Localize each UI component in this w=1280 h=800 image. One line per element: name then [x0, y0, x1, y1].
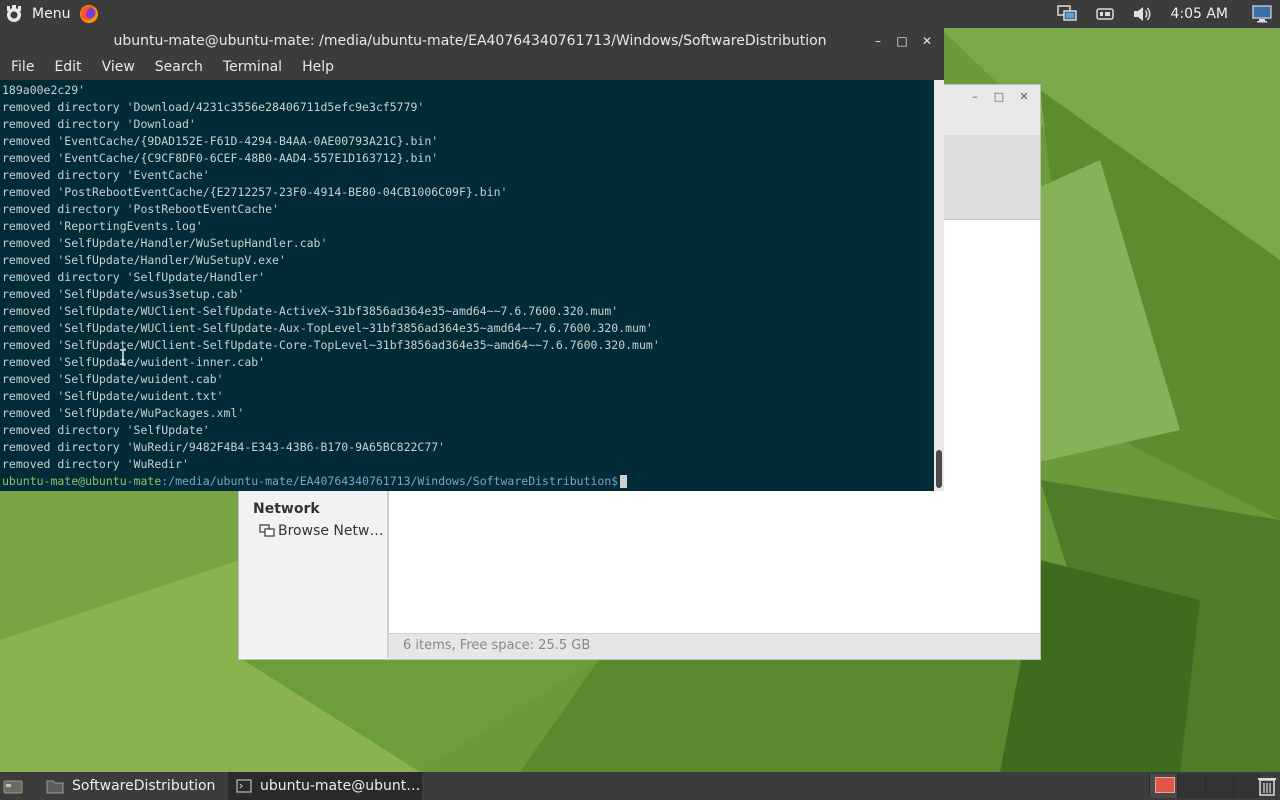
- terminal-output[interactable]: 189a00e2c29' removed directory 'Download…: [0, 80, 934, 491]
- terminal-line: removed 'SelfUpdate/WuPackages.xml': [2, 406, 245, 420]
- menu-edit[interactable]: Edit: [43, 59, 90, 75]
- terminal-scrollbar[interactable]: [934, 80, 944, 491]
- firefox-launcher[interactable]: [78, 0, 100, 28]
- terminal-line: removed 'ReportingEvents.log': [2, 219, 203, 233]
- network-icon: [259, 524, 275, 537]
- sidebar-item-browse-network[interactable]: Browse Netw…: [259, 523, 383, 539]
- terminal-line: removed directory 'SelfUpdate/Handler': [2, 270, 266, 284]
- terminal-line: removed directory 'EventCache': [2, 168, 210, 182]
- terminal-line: removed directory 'SelfUpdate': [2, 423, 210, 437]
- terminal-line: removed directory 'WuRedir/9482F4B4-E343…: [2, 440, 446, 454]
- terminal-lines: 189a00e2c29' removed directory 'Download…: [2, 82, 660, 490]
- terminal-line: removed 'EventCache/{C9CF8DF0-6CEF-48B0-…: [2, 151, 439, 165]
- terminal-menubar: File Edit View Search Terminal Help: [0, 54, 944, 80]
- mate-logo-icon: [7, 5, 21, 22]
- terminal-line: removed directory 'PostRebootEventCache': [2, 202, 279, 216]
- file-manager-statusbar: 6 items, Free space: 25.5 GB: [389, 633, 1040, 659]
- menu-label: Menu: [32, 6, 71, 22]
- menu-terminal[interactable]: Terminal: [212, 59, 291, 75]
- trash-icon[interactable]: [1256, 775, 1278, 797]
- terminal-title: ubuntu-mate@ubuntu-mate: /media/ubuntu-m…: [113, 33, 827, 49]
- terminal-line: removed 'SelfUpdate/wuident-inner.cab': [2, 355, 266, 369]
- prompt-path: :/media/ubuntu-mate/EA40764340761713/Win…: [161, 474, 619, 488]
- taskbar-item-files[interactable]: SoftwareDistribution: [38, 772, 222, 800]
- terminal-line: removed 'SelfUpdate/Handler/WuSetupHandl…: [2, 236, 328, 250]
- scrollbar-thumb[interactable]: [936, 450, 942, 488]
- menu-view[interactable]: View: [91, 59, 144, 75]
- volume-icon[interactable]: [1131, 4, 1153, 24]
- minimize-button[interactable]: –: [870, 33, 886, 49]
- terminal-prompt-line: ubuntu-mate@ubuntu-mate:/media/ubuntu-ma…: [2, 473, 660, 490]
- terminal-line: removed 'SelfUpdate/wsus3setup.cab': [2, 287, 245, 301]
- bottom-panel: SoftwareDistribution ubuntu-mate@ubunt…: [0, 772, 1280, 800]
- fm-minimize-button[interactable]: –: [966, 89, 984, 105]
- sidebar-item-label: Browse Netw…: [278, 523, 384, 539]
- folder-icon: [46, 780, 64, 794]
- terminal-line: removed directory 'Download/4231c3556e28…: [2, 100, 425, 114]
- terminal-line: removed 'SelfUpdate/Handler/WuSetupV.exe…: [2, 253, 286, 267]
- terminal-line: removed 'SelfUpdate/wuident.cab': [2, 372, 224, 386]
- terminal-line: removed 'EventCache/{9DAD152E-F61D-4294-…: [2, 134, 439, 148]
- terminal-line: 189a00e2c29': [2, 83, 86, 97]
- terminal-line: removed 'SelfUpdate/WUClient-SelfUpdate-…: [2, 321, 653, 335]
- i-beam-cursor-icon: [120, 349, 126, 365]
- main-menu-button[interactable]: Menu: [4, 0, 70, 28]
- terminal-cursor: [620, 475, 628, 488]
- taskbar-item-terminal[interactable]: ubuntu-mate@ubunt…: [228, 772, 422, 800]
- taskbar-item-label: SoftwareDistribution: [72, 778, 216, 794]
- workspace-monitor-icon[interactable]: [1251, 4, 1273, 24]
- terminal-line: removed directory 'WuRedir': [2, 457, 189, 471]
- menu-search[interactable]: Search: [144, 59, 212, 75]
- terminal-icon: [236, 779, 252, 793]
- prompt-user: ubuntu-mate@ubuntu-mate: [2, 474, 162, 488]
- terminal-line: removed directory 'Download': [2, 117, 196, 131]
- workspace-3[interactable]: [1205, 774, 1233, 798]
- workspace-1[interactable]: [1149, 774, 1177, 798]
- terminal-line: removed 'SelfUpdate/WUClient-SelfUpdate-…: [2, 304, 619, 318]
- network-manager-icon[interactable]: [1056, 4, 1078, 24]
- taskbar-item-label: ubuntu-mate@ubunt…: [260, 778, 421, 794]
- drive-indicator-icon[interactable]: [1094, 4, 1116, 24]
- menu-file[interactable]: File: [0, 59, 43, 75]
- workspace-window-preview: [1155, 777, 1175, 793]
- terminal-window: ubuntu-mate@ubuntu-mate: /media/ubuntu-m…: [0, 28, 944, 491]
- terminal-line: removed 'PostRebootEventCache/{E2712257-…: [2, 185, 508, 199]
- fm-close-button[interactable]: ✕: [1015, 89, 1033, 105]
- top-panel: Menu 4:05 AM: [0, 0, 1280, 28]
- terminal-titlebar[interactable]: ubuntu-mate@ubuntu-mate: /media/ubuntu-m…: [0, 28, 944, 54]
- firefox-icon: [80, 5, 98, 23]
- fm-maximize-button[interactable]: □: [990, 89, 1008, 105]
- menu-help[interactable]: Help: [291, 59, 343, 75]
- clock[interactable]: 4:05 AM: [1170, 0, 1228, 28]
- terminal-line: removed 'SelfUpdate/wuident.txt': [2, 389, 224, 403]
- close-button[interactable]: ✕: [919, 33, 935, 49]
- terminal-line: removed 'SelfUpdate/WUClient-SelfUpdate-…: [2, 338, 660, 352]
- maximize-button[interactable]: □: [894, 33, 910, 49]
- show-desktop-icon[interactable]: [2, 776, 24, 796]
- sidebar-heading-network: Network: [253, 501, 320, 517]
- workspace-2[interactable]: [1177, 774, 1205, 798]
